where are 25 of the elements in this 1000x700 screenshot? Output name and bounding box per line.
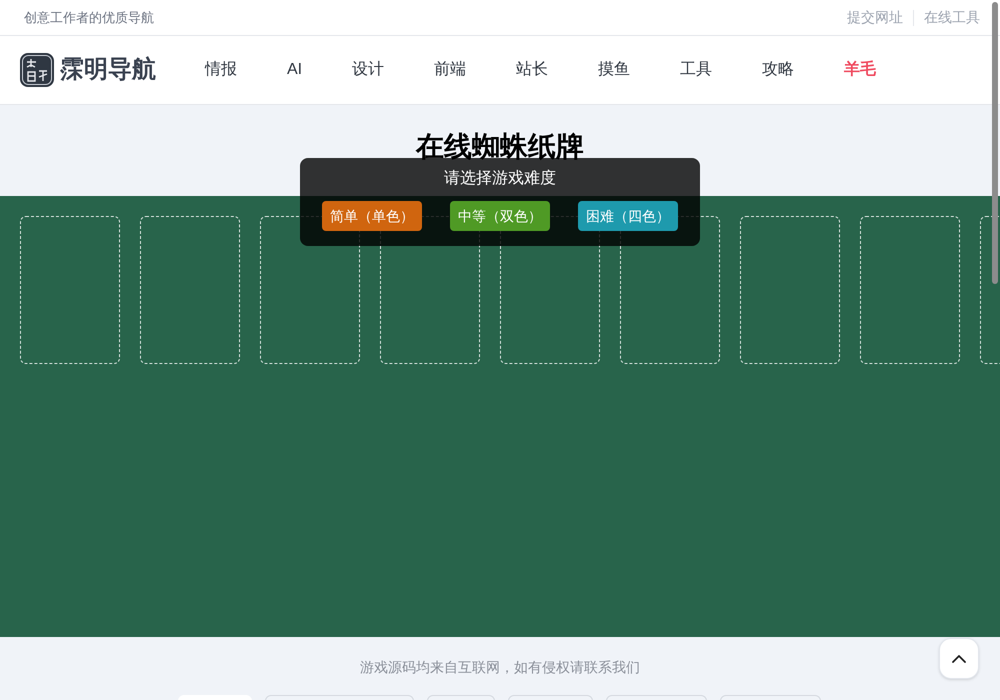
nav-link[interactable]: 工具 xyxy=(680,58,712,82)
difficulty-button[interactable]: 简单（单色） xyxy=(322,201,422,231)
scrollbar-thumb[interactable] xyxy=(992,2,998,284)
pill-button[interactable] xyxy=(508,695,593,700)
pill-button[interactable] xyxy=(265,695,414,700)
nav-link[interactable]: 羊毛 xyxy=(844,58,876,82)
nav-link[interactable]: 情报 xyxy=(205,58,237,82)
nav-link[interactable]: 前端 xyxy=(434,58,466,82)
site-logo-text[interactable]: 霂明导航 xyxy=(60,58,156,82)
nav-link[interactable]: 站长 xyxy=(516,58,548,82)
dialog-title: 请选择游戏难度 xyxy=(444,168,556,189)
chevron-up-icon xyxy=(952,654,966,662)
tagline: 创意工作者的优质导航 xyxy=(24,8,154,27)
nav-link[interactable]: 摸鱼 xyxy=(598,58,630,82)
pill-button[interactable] xyxy=(427,695,495,700)
difficulty-button[interactable]: 中等（双色） xyxy=(450,201,550,231)
pill-button[interactable] xyxy=(606,695,707,700)
page-title: 在线蜘蛛纸牌 xyxy=(416,133,584,161)
nav-link[interactable]: 攻略 xyxy=(762,58,794,82)
copyright-notice: 游戏源码均来自互联网，如有侵权请联系我们 xyxy=(360,658,640,677)
logo-icon xyxy=(20,53,54,87)
nav-link[interactable]: AI xyxy=(287,58,302,82)
pill-button[interactable] xyxy=(720,695,821,700)
back-to-top-button[interactable] xyxy=(939,638,979,679)
nav-link[interactable]: 设计 xyxy=(352,58,384,82)
